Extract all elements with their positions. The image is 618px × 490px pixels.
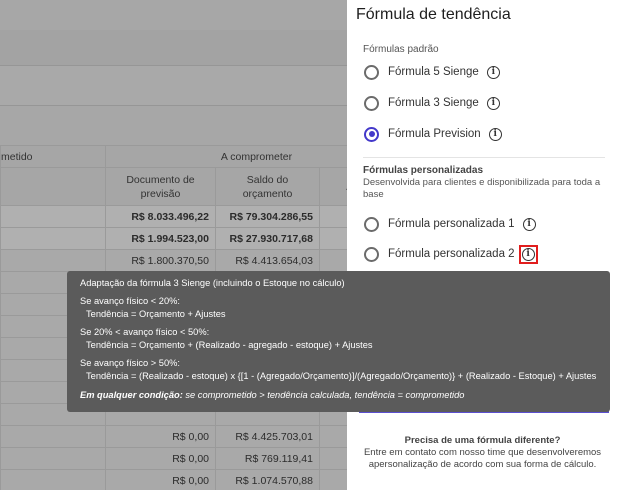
tooltip-line: Tendência = (Realizado - estoque) x {[1 … — [86, 371, 597, 381]
info-circle-icon[interactable]: i — [486, 96, 500, 110]
tooltip-line: Tendência = Orçamento + Ajustes — [86, 309, 226, 319]
custom-formulas-heading: Fórmulas personalizadas — [363, 165, 484, 176]
radio-label: Fórmula 5 Sienge — [388, 66, 479, 78]
radio-label: Fórmula Prevision — [388, 128, 481, 140]
tooltip-footnote: Em qualquer condição: se comprometido > … — [80, 389, 465, 400]
radio-formula-5-sienge[interactable]: Fórmula 5 Sienge i — [364, 62, 500, 82]
group-header-committed: metido — [0, 145, 106, 168]
radio-formula-3-sienge[interactable]: Fórmula 3 Sienge i — [364, 93, 500, 113]
radio-custom-formula-1[interactable]: Fórmula personalizada 1 i — [364, 214, 536, 234]
table-cell: R$ 0,00 — [105, 447, 216, 470]
radio-label: Fórmula 3 Sienge — [388, 97, 479, 109]
info-circle-icon[interactable]: i — [486, 65, 500, 79]
table-cell: R$ 0,00 — [105, 469, 216, 490]
formula-tooltip: Adaptação da fórmula 3 Sienge (incluindo… — [67, 271, 610, 412]
help-title: Precisa de uma fórmula diferente? — [404, 435, 561, 446]
highlighted-info-button[interactable]: i — [518, 244, 538, 264]
tooltip-line: Se avanço físico > 50%: — [80, 357, 181, 368]
radio-label: Fórmula personalizada 2 — [388, 248, 515, 260]
table-cell: R$ 1.800.370,50 — [105, 249, 216, 272]
table-cell: R$ 0,00 — [105, 425, 216, 448]
table-cell: R$ 79.304.286,55 — [215, 205, 320, 228]
col-header-budget-balance[interactable]: Saldo do orçamento — [215, 167, 320, 206]
radio-button[interactable] — [364, 216, 379, 232]
table-cell: R$ 4.413.654,03 — [215, 249, 320, 272]
radio-formula-prevision[interactable]: Fórmula Prevision i — [364, 124, 502, 144]
table-cell: R$ 1.994.523,00 — [105, 227, 216, 250]
radio-button-selected[interactable] — [364, 126, 379, 142]
trend-formula-panel: Fórmula de tendência Fórmulas padrão Fór… — [347, 0, 618, 490]
table-cell: R$ 4.425.703,01 — [215, 425, 320, 448]
table-cell: R$ 27.930.717,68 — [215, 227, 320, 250]
info-circle-icon[interactable]: i — [521, 247, 535, 261]
tooltip-line: Se 20% < avanço físico < 50%: — [80, 326, 210, 337]
tooltip-line: Adaptação da fórmula 3 Sienge (incluindo… — [80, 278, 345, 288]
radio-label: Fórmula personalizada 1 — [388, 218, 515, 230]
radio-custom-formula-2[interactable]: Fórmula personalizada 2 i — [364, 244, 538, 264]
radio-button[interactable] — [364, 64, 379, 80]
panel-title: Fórmula de tendência — [356, 6, 511, 23]
table-cell: R$ 8.033.496,22 — [105, 205, 216, 228]
table-cell: R$ 769.119,41 — [215, 447, 320, 470]
help-text: Entre em contato com nosso time que dese… — [363, 447, 602, 470]
info-circle-icon[interactable]: i — [522, 217, 536, 231]
radio-button[interactable] — [364, 95, 379, 111]
info-circle-icon[interactable]: i — [488, 127, 502, 141]
section-divider — [363, 157, 605, 158]
radio-button[interactable] — [364, 246, 379, 262]
tooltip-line: Se avanço físico < 20%: — [80, 295, 181, 306]
table-cell: R$ 1.074.570,88 — [215, 469, 320, 490]
standard-formulas-heading: Fórmulas padrão — [363, 44, 439, 55]
tooltip-line: Tendência = Orçamento + (Realizado - agr… — [86, 340, 373, 350]
custom-formulas-subtitle: Desenvolvida para clientes e disponibili… — [363, 177, 601, 200]
col-header-forecast-doc[interactable]: Documento de previsão — [105, 167, 216, 206]
